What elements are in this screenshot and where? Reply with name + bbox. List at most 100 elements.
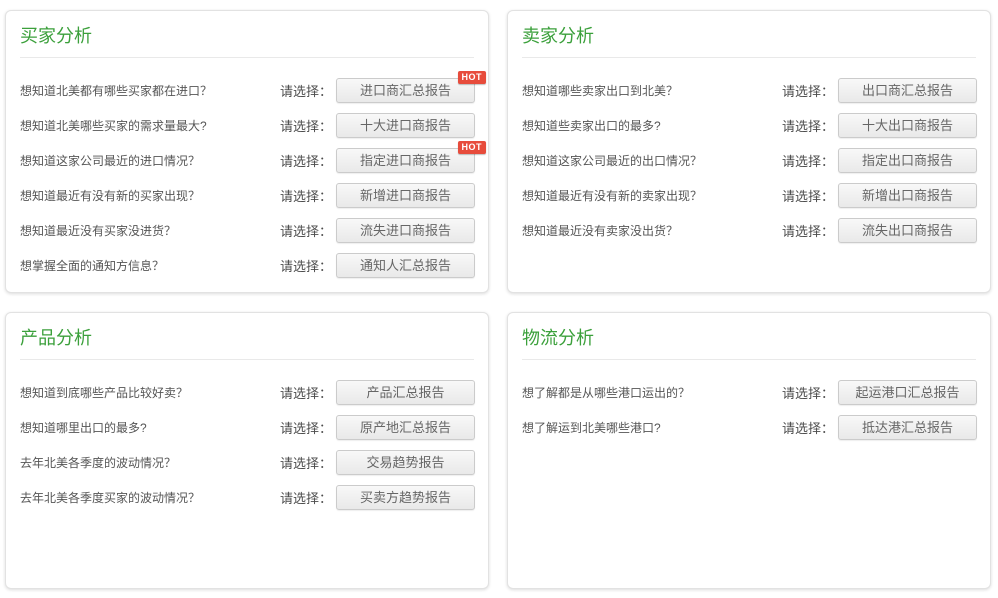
- panel-logistics-analysis: 物流分析 想了解都是从哪些港口运出的？ 请选择： 起运港口汇总报告 想了解运到北…: [507, 312, 991, 589]
- select-label: 请选择：: [782, 81, 834, 100]
- select-label: 请选择：: [782, 221, 834, 240]
- report-button-top10-exporters[interactable]: 十大出口商报告: [838, 113, 977, 138]
- report-row: 想知道些卖家出口的最多? 请选择： 十大出口商报告: [508, 108, 990, 143]
- report-button-buyer-seller-trend[interactable]: 买卖方趋势报告: [336, 485, 475, 510]
- select-label: 请选择：: [280, 221, 332, 240]
- button-wrap: 新增进口商报告: [336, 183, 475, 208]
- button-wrap: 买卖方趋势报告: [336, 485, 475, 510]
- report-button-loading-port-summary[interactable]: 起运港口汇总报告: [838, 380, 977, 405]
- button-wrap: 产品汇总报告: [336, 380, 475, 405]
- question-text: 想知道最近没有卖家没出货？: [522, 222, 678, 239]
- report-row: 想知道这家公司最近的出口情况？ 请选择： 指定出口商报告: [508, 143, 990, 178]
- report-button-importer-summary[interactable]: 进口商汇总报告: [336, 78, 475, 103]
- report-button-arrival-port-summary[interactable]: 抵达港汇总报告: [838, 415, 977, 440]
- button-wrap: 抵达港汇总报告: [838, 415, 977, 440]
- report-row: 想知道到底哪些产品比较好卖？ 请选择： 产品汇总报告: [6, 375, 488, 410]
- report-button-new-exporters[interactable]: 新增出口商报告: [838, 183, 977, 208]
- button-wrap: 起运港口汇总报告: [838, 380, 977, 405]
- report-button-product-summary[interactable]: 产品汇总报告: [336, 380, 475, 405]
- rows-container: 想了解都是从哪些港口运出的？ 请选择： 起运港口汇总报告 想了解运到北美哪些港口…: [508, 360, 990, 445]
- button-wrap: 通知人汇总报告: [336, 253, 475, 278]
- question-text: 想知道到底哪些产品比较好卖？: [20, 384, 188, 401]
- select-label: 请选择：: [280, 418, 332, 437]
- select-label: 请选择：: [280, 81, 332, 100]
- report-button-lost-exporters[interactable]: 流失出口商报告: [838, 218, 977, 243]
- select-label: 请选择：: [280, 453, 332, 472]
- select-label: 请选择：: [782, 383, 834, 402]
- hot-badge: HOT: [458, 71, 487, 84]
- report-row: 想知道北美哪些买家的需求量最大? 请选择： 十大进口商报告: [6, 108, 488, 143]
- select-label: 请选择：: [280, 256, 332, 275]
- button-wrap: 指定进口商报告 HOT: [336, 148, 475, 173]
- report-row: 想知道最近没有卖家没出货？ 请选择： 流失出口商报告: [508, 213, 990, 248]
- question-text: 去年北美各季度的波动情况？: [20, 454, 176, 471]
- button-wrap: 新增出口商报告: [838, 183, 977, 208]
- button-wrap: 流失出口商报告: [838, 218, 977, 243]
- button-wrap: 十大进口商报告: [336, 113, 475, 138]
- question-text: 去年北美各季度买家的波动情况？: [20, 489, 200, 506]
- question-text: 想了解都是从哪些港口运出的？: [522, 384, 690, 401]
- report-row: 想知道最近有没有新的卖家出现？ 请选择： 新增出口商报告: [508, 178, 990, 213]
- panel-title: 产品分析: [20, 327, 474, 349]
- question-text: 想知道最近有没有新的买家出现？: [20, 187, 200, 204]
- panel-product-analysis: 产品分析 想知道到底哪些产品比较好卖？ 请选择： 产品汇总报告 想知道哪里出口的…: [5, 312, 489, 589]
- select-label: 请选择：: [782, 151, 834, 170]
- select-label: 请选择：: [280, 186, 332, 205]
- panel-seller-analysis: 卖家分析 想知道哪些卖家出口到北美？ 请选择： 出口商汇总报告 想知道些卖家出口…: [507, 10, 991, 293]
- button-wrap: 出口商汇总报告: [838, 78, 977, 103]
- rows-container: 想知道到底哪些产品比较好卖？ 请选择： 产品汇总报告 想知道哪里出口的最多? 请…: [6, 360, 488, 515]
- question-text: 想知道哪里出口的最多?: [20, 419, 147, 436]
- question-text: 想知道最近有没有新的卖家出现？: [522, 187, 702, 204]
- report-button-notify-party-summary[interactable]: 通知人汇总报告: [336, 253, 475, 278]
- question-text: 想知道北美哪些买家的需求量最大?: [20, 117, 207, 134]
- report-button-trade-trend[interactable]: 交易趋势报告: [336, 450, 475, 475]
- report-button-origin-summary[interactable]: 原产地汇总报告: [336, 415, 475, 440]
- button-wrap: 原产地汇总报告: [336, 415, 475, 440]
- report-row: 想知道哪里出口的最多? 请选择： 原产地汇总报告: [6, 410, 488, 445]
- report-row: 想知道最近有没有新的买家出现？ 请选择： 新增进口商报告: [6, 178, 488, 213]
- select-label: 请选择：: [782, 418, 834, 437]
- question-text: 想知道这家公司最近的进口情况？: [20, 152, 200, 169]
- report-row: 想知道北美都有哪些买家都在进口？ 请选择： 进口商汇总报告 HOT: [6, 73, 488, 108]
- report-button-lost-importers[interactable]: 流失进口商报告: [336, 218, 475, 243]
- button-wrap: 进口商汇总报告 HOT: [336, 78, 475, 103]
- question-text: 想知道这家公司最近的出口情况？: [522, 152, 702, 169]
- panel-title: 卖家分析: [522, 25, 976, 47]
- report-row: 想知道最近没有买家没进货？ 请选择： 流失进口商报告: [6, 213, 488, 248]
- question-text: 想知道哪些卖家出口到北美？: [522, 82, 678, 99]
- question-text: 想知道北美都有哪些买家都在进口？: [20, 82, 212, 99]
- question-text: 想知道些卖家出口的最多?: [522, 117, 661, 134]
- button-wrap: 交易趋势报告: [336, 450, 475, 475]
- panel-title: 买家分析: [20, 25, 474, 47]
- button-wrap: 指定出口商报告: [838, 148, 977, 173]
- report-button-specified-importer[interactable]: 指定进口商报告: [336, 148, 475, 173]
- report-button-exporter-summary[interactable]: 出口商汇总报告: [838, 78, 977, 103]
- report-button-top10-importers[interactable]: 十大进口商报告: [336, 113, 475, 138]
- report-button-new-importers[interactable]: 新增进口商报告: [336, 183, 475, 208]
- question-text: 想知道最近没有买家没进货？: [20, 222, 176, 239]
- rows-container: 想知道哪些卖家出口到北美？ 请选择： 出口商汇总报告 想知道些卖家出口的最多? …: [508, 58, 990, 248]
- select-label: 请选择：: [280, 116, 332, 135]
- rows-container: 想知道北美都有哪些买家都在进口？ 请选择： 进口商汇总报告 HOT 想知道北美哪…: [6, 58, 488, 283]
- question-text: 想了解运到北美哪些港口?: [522, 419, 661, 436]
- select-label: 请选择：: [782, 116, 834, 135]
- panel-buyer-analysis: 买家分析 想知道北美都有哪些买家都在进口？ 请选择： 进口商汇总报告 HOT 想…: [5, 10, 489, 293]
- select-label: 请选择：: [280, 151, 332, 170]
- report-row: 想知道哪些卖家出口到北美？ 请选择： 出口商汇总报告: [508, 73, 990, 108]
- report-row: 想了解运到北美哪些港口? 请选择： 抵达港汇总报告: [508, 410, 990, 445]
- report-row: 去年北美各季度的波动情况？ 请选择： 交易趋势报告: [6, 445, 488, 480]
- report-row: 想了解都是从哪些港口运出的？ 请选择： 起运港口汇总报告: [508, 375, 990, 410]
- panel-title: 物流分析: [522, 327, 976, 349]
- report-row: 想知道这家公司最近的进口情况？ 请选择： 指定进口商报告 HOT: [6, 143, 488, 178]
- button-wrap: 流失进口商报告: [336, 218, 475, 243]
- select-label: 请选择：: [280, 488, 332, 507]
- report-row: 去年北美各季度买家的波动情况？ 请选择： 买卖方趋势报告: [6, 480, 488, 515]
- hot-badge: HOT: [458, 141, 487, 154]
- report-selection-page: 买家分析 想知道北美都有哪些买家都在进口？ 请选择： 进口商汇总报告 HOT 想…: [0, 0, 998, 598]
- button-wrap: 十大出口商报告: [838, 113, 977, 138]
- question-text: 想掌握全面的通知方信息？: [20, 257, 164, 274]
- select-label: 请选择：: [782, 186, 834, 205]
- report-button-specified-exporter[interactable]: 指定出口商报告: [838, 148, 977, 173]
- report-row: 想掌握全面的通知方信息？ 请选择： 通知人汇总报告: [6, 248, 488, 283]
- select-label: 请选择：: [280, 383, 332, 402]
